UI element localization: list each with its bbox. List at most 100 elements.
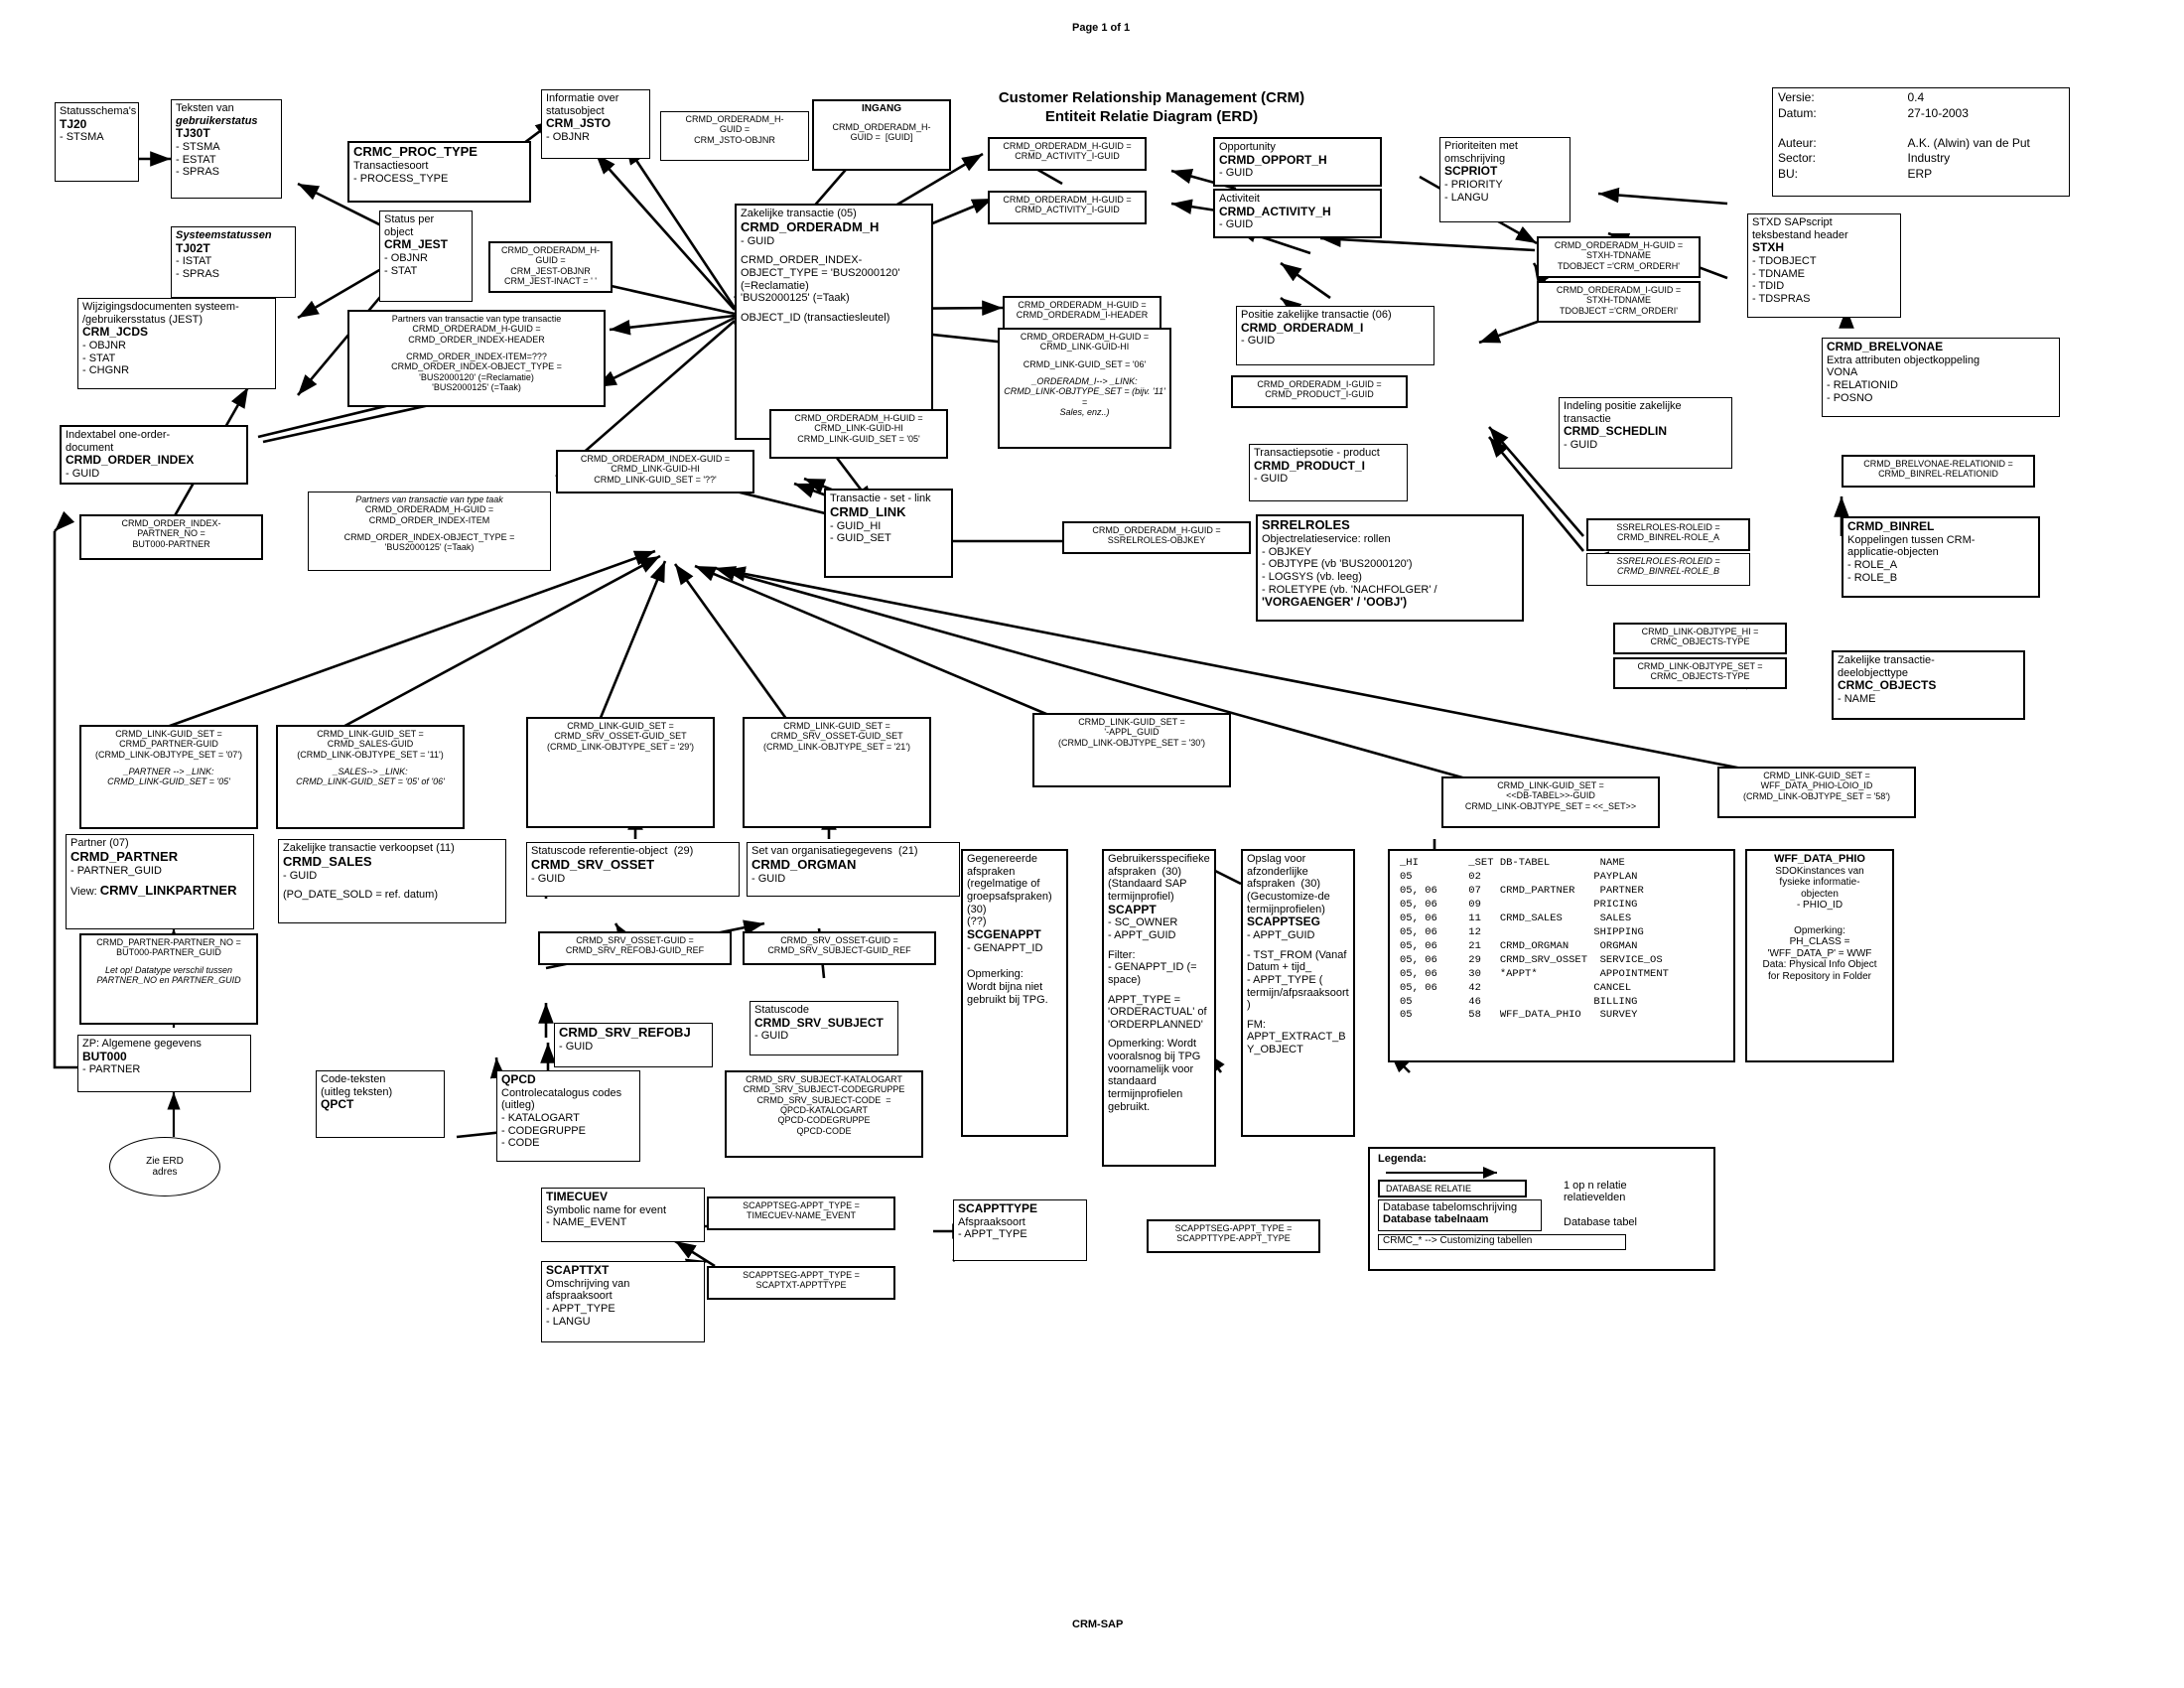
crmd-orderadm-h-extra2: OBJECT_ID (transactiesleutel) [741,311,890,324]
relation-h-jest[interactable]: CRMD_ORDERADM_H- GUID = CRM_JEST-OBJNR C… [488,241,613,293]
entity-crmd-activity-h[interactable]: Activiteit CRMD_ACTIVITY_H - GUID [1213,189,1382,238]
relation-index-guid[interactable]: CRMD_ORDERADM_INDEX-GUID = CRMD_LINK-GUI… [556,450,754,493]
relation-roleid-b[interactable]: SSRELROLES-ROLEID = CRMD_BINREL-ROLE_B [1586,553,1750,586]
entity-crmc-proc-type[interactable]: CRMC_PROC_TYPE Transactiesoort - PROCESS… [347,141,531,203]
relation-link-dbtabel[interactable]: CRMD_LINK-GUID_SET = <<DB-TABEL>>-GUID C… [1441,776,1660,828]
relation-h-stxh[interactable]: CRMD_ORDERADM_H-GUID = STXH-TDNAME TDOBJ… [1537,236,1701,278]
entity-crmd-srv-subject[interactable]: Statuscode CRMD_SRV_SUBJECT - GUID [750,1001,898,1055]
entity-srrelroles[interactable]: SRRELROLES Objectrelatieservice: rollen … [1256,514,1524,622]
entity-crmd-orderadm-i[interactable]: Positie zakelijke transactie (06) CRMD_O… [1236,306,1434,365]
crmd-opport-h-name: CRMD_OPPORT_H [1219,152,1327,167]
relation-osset-refobj[interactable]: CRMD_SRV_OSSET-GUID = CRMD_SRV_REFOBJ-GU… [538,931,732,965]
tj30t-desc: Teksten van [176,102,234,114]
entity-qpcd[interactable]: QPCD Controlecatalogus codes (uitleg) - … [496,1070,640,1162]
relation-h-i-header[interactable]: CRMD_ORDERADM_H-GUID = CRMD_ORDERADM_I-H… [1003,296,1161,330]
entity-crm-jest[interactable]: Status per object CRM_JEST - OBJNR - STA… [379,211,473,302]
entity-crmd-srv-refobj[interactable]: CRMD_SRV_REFOBJ - GUID [554,1023,713,1067]
crmd-orderadm-h-extra1: CRMD_ORDER_INDEX- OBJECT_TYPE = 'BUS2000… [741,254,900,305]
relation-ingang[interactable]: INGANG CRMD_ORDERADM_H- GUID = [GUID] [812,99,951,171]
crmd-srv-osset-fields: - GUID [531,872,566,885]
crmd-srv-refobj-name: CRMD_SRV_REFOBJ [559,1025,691,1040]
db-table-row-7: 05, 06 30 *APPT* APPOINTMENT [1400,967,1669,980]
entity-crmd-orgman[interactable]: Set van organisatiegegevens (21) CRMD_OR… [747,842,960,897]
entity-scpriot[interactable]: Prioriteiten met omschrijving SCPRIOT - … [1439,137,1570,222]
relation-partner-but000[interactable]: CRMD_PARTNER-PARTNER_NO = BUT000-PARTNER… [79,933,258,1025]
crmd-partner-view-value: CRMV_LINKPARTNER [99,883,237,899]
brelvonae-binrel-text: CRMD_BRELVONAE-RELATIONID = CRMD_BINREL-… [1863,459,2013,480]
relation-objtype-hi[interactable]: CRMD_LINK-OBJTYPE_HI = CRMC_OBJECTS-TYPE [1613,623,1787,654]
entity-crmd-orderadm-h[interactable]: Zakelijke transactie (05) CRMD_ORDERADM_… [735,204,933,440]
relation-h-activity-2[interactable]: CRMD_ORDERADM_H-GUID = CRMD_ACTIVITY_I-G… [988,191,1147,224]
relation-h-jsto[interactable]: CRMD_ORDERADM_H- GUID = CRM_JSTO-OBJNR [660,111,809,161]
crm-jsto-fields: - OBJNR [546,131,590,144]
auteur-value: A.K. (Alwin) van de Put [1907,135,2030,150]
entity-timecuev[interactable]: TIMECUEV Symbolic name for event - NAME_… [541,1188,705,1242]
entity-scgenappt[interactable]: Gegenereerde afspraken (regelmatige of g… [961,849,1068,1137]
relation-roleid-a[interactable]: SSRELROLES-ROLEID = CRMD_BINREL-ROLE_A [1586,518,1750,551]
relation-i-stxh[interactable]: CRMD_ORDERADM_I-GUID = STXH-TDNAME TDOBJ… [1537,281,1701,323]
crmd-opport-h-fields: - GUID [1219,167,1254,180]
relation-link-appt[interactable]: CRMD_LINK-GUID_SET = '-APPL_GUID (CRMD_L… [1032,713,1231,787]
relation-index-partner[interactable]: CRMD_ORDER_INDEX- PARTNER_NO = BUT000-PA… [79,514,263,560]
entity-crmd-binrel[interactable]: CRMD_BINREL Koppelingen tussen CRM- appl… [1842,516,2040,598]
index-partner-text: CRMD_ORDER_INDEX- PARTNER_NO = BUT000-PA… [121,518,221,549]
relation-link-wff[interactable]: CRMD_LINK-GUID_SET = WFF_DATA_PHIO-LOIO_… [1717,767,1916,818]
h-link-hi-text: CRMD_ORDERADM_H-GUID = CRMD_LINK-GUID-HI… [794,413,923,444]
relation-osset-subject[interactable]: CRMD_SRV_OSSET-GUID = CRMD_SRV_SUBJECT-G… [743,931,936,965]
entity-qpct[interactable]: Code-teksten (uitleg teksten) QPCT [316,1070,445,1138]
entity-crmd-partner[interactable]: Partner (07) CRMD_PARTNER - PARTNER_GUID… [66,834,254,929]
entity-scapptseg[interactable]: Opslag voor afzonderlijke afspraken (30)… [1241,849,1355,1137]
crmd-orderadm-h-desc: Zakelijke transactie (05) [741,208,857,219]
entity-crm-jcds[interactable]: Wijzigingsdocumenten systeem- /gebruiker… [77,298,276,389]
h-jsto-text: CRMD_ORDERADM_H- GUID = CRM_JSTO-OBJNR [685,114,784,145]
entity-crm-jsto[interactable]: Informatie over statusobject CRM_JSTO - … [541,89,650,159]
relation-subject-qpcd[interactable]: CRMD_SRV_SUBJECT-KATALOGART CRMD_SRV_SUB… [725,1070,923,1158]
entity-crmd-product-i[interactable]: Transactiepsotie - product CRMD_PRODUCT_… [1249,444,1408,501]
entity-crmc-objects[interactable]: Zakelijke transactie- deelobjecttype CRM… [1832,650,2025,720]
link-dbtabel-text: CRMD_LINK-GUID_SET = <<DB-TABEL>>-GUID C… [1464,780,1637,811]
entity-stxh[interactable]: STXD SAPscript teksbestand header STXH -… [1747,213,1901,318]
relation-brelvonae-binrel[interactable]: CRMD_BRELVONAE-RELATIONID = CRMD_BINREL-… [1842,455,2035,488]
entity-crmd-schedlin[interactable]: Indeling positie zakelijke transactie CR… [1559,397,1732,469]
relation-objtype-set[interactable]: CRMD_LINK-OBJTYPE_SET = CRMC_OBJECTS-TYP… [1613,657,1787,689]
entity-but000[interactable]: ZP: Algemene gegevens BUT000 - PARTNER [77,1035,251,1092]
relation-link-partner[interactable]: CRMD_LINK-GUID_SET = CRMD_PARTNER-GUID (… [79,725,258,829]
entity-crmd-order-index[interactable]: Indextabel one-order- document CRMD_ORDE… [60,425,248,485]
entity-crmd-brelvonae[interactable]: CRMD_BRELVONAE Extra attributen objectko… [1822,338,2060,417]
relation-i-product[interactable]: CRMD_ORDERADM_I-GUID = CRMD_PRODUCT_I-GU… [1231,375,1408,408]
entity-scapttxt[interactable]: SCAPTTXT Omschrijving van afspraaksoort … [541,1261,705,1342]
wff-data-phio-note: Opmerking: PH_CLASS = 'WFF_DATA_P' = WWF… [1762,924,1877,982]
relation-partners-typetaak[interactable]: Partners van transactie van type taak CR… [308,492,551,571]
entity-scappttype[interactable]: SCAPPTTYPE Afspraaksoort - APPT_TYPE [953,1199,1087,1261]
relation-h-link-hi[interactable]: CRMD_ORDERADM_H-GUID = CRMD_LINK-GUID-HI… [769,409,948,459]
relation-link-sales[interactable]: CRMD_LINK-GUID_SET = CRMD_SALES-GUID (CR… [276,725,465,829]
roleid-b-text: SSRELROLES-ROLEID = CRMD_BINREL-ROLE_B [1616,556,1720,577]
entity-scappt[interactable]: Gebruikersspecifieke afspraken (30) (Sta… [1102,849,1216,1167]
relation-scapptseg-scaptxt[interactable]: SCAPPTSEG-APPT_TYPE = SCAPTXT-APPTTYPE [707,1266,895,1300]
relation-link-osset29[interactable]: CRMD_LINK-GUID_SET = CRMD_SRV_OSSET-GUID… [526,717,715,828]
relation-h-activity-1[interactable]: CRMD_ORDERADM_H-GUID = CRMD_ACTIVITY_I-G… [988,137,1147,171]
entity-tj30t[interactable]: Teksten van gebruikerstatus TJ30T - STSM… [171,99,282,199]
entity-wff-data-phio[interactable]: WFF_DATA_PHIO SDOKinstances van fysieke … [1745,849,1894,1062]
entity-crmd-sales[interactable]: Zakelijke transactie verkoopset (11) CRM… [278,839,506,923]
entity-tj02t[interactable]: Systeemstatussen TJ02T - ISTAT - SPRAS [171,226,296,298]
crmd-activity-h-name: CRMD_ACTIVITY_H [1219,204,1331,218]
entity-crmd-srv-osset[interactable]: Statuscode referentie-object (29) CRMD_S… [526,842,740,897]
relation-i-link-hi[interactable]: CRMD_ORDERADM_H-GUID = CRMD_LINK-GUID-HI… [998,328,1171,449]
entity-tj20[interactable]: Statusschema's TJ20 - STSMA [55,102,139,182]
zie-erd-node[interactable]: Zie ERD adres [109,1137,220,1196]
relation-partners-taak[interactable]: Partners van transactie van type transac… [347,310,606,407]
relation-scapptseg-type[interactable]: SCAPPTSEG-APPT_TYPE = SCAPPTTYPE-APPT_TY… [1147,1219,1320,1253]
link-partner-text: CRMD_LINK-GUID_SET = CRMD_PARTNER-GUID (… [94,729,243,760]
relation-h-srrelroles[interactable]: CRMD_ORDERADM_H-GUID = SSRELROLES-OBJKEY [1062,521,1251,554]
entity-crmd-opport-h[interactable]: Opportunity CRMD_OPPORT_H - GUID [1213,137,1382,187]
db-table-row-8: 05, 06 42 CANCEL [1400,981,1632,994]
qpct-name: QPCT [321,1097,354,1112]
entity-crmd-link[interactable]: Transactie - set - link CRMD_LINK - GUID… [824,489,953,578]
i-product-text: CRMD_ORDERADM_I-GUID = CRMD_PRODUCT_I-GU… [1257,379,1382,400]
relation-scapptseg-timecuev[interactable]: SCAPPTSEG-APPT_TYPE = TIMECUEV-NAME_EVEN… [707,1196,895,1230]
crmd-binrel-fields: - ROLE_A - ROLE_B [1847,559,1898,584]
db-table-row-10: 05 58 WFF_DATA_PHIO SURVEY [1400,1009,1638,1022]
crmd-partner-fields: - PARTNER_GUID [70,864,162,877]
relation-link-osset21[interactable]: CRMD_LINK-GUID_SET = CRMD_SRV_OSSET-GUID… [743,717,931,828]
